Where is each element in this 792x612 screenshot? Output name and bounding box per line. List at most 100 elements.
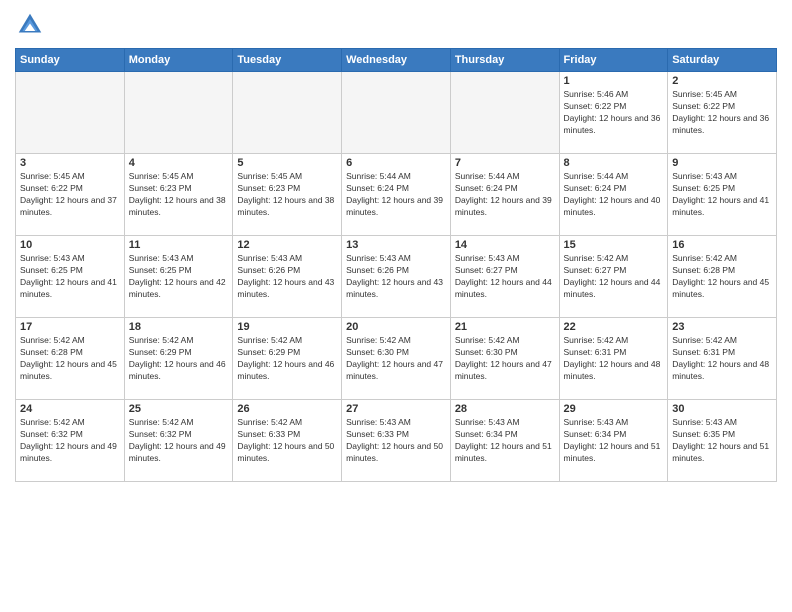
- day-info: Sunrise: 5:44 AMSunset: 6:24 PMDaylight:…: [455, 171, 555, 219]
- day-number: 30: [672, 403, 772, 415]
- day-cell: 7 Sunrise: 5:44 AMSunset: 6:24 PMDaylight…: [450, 154, 559, 236]
- day-cell: [450, 72, 559, 154]
- day-info: Sunrise: 5:42 AMSunset: 6:27 PMDaylight:…: [564, 253, 664, 301]
- day-number: 26: [237, 403, 337, 415]
- day-number: 25: [129, 403, 229, 415]
- day-cell: [16, 72, 125, 154]
- day-number: 12: [237, 239, 337, 251]
- day-number: 14: [455, 239, 555, 251]
- day-number: 16: [672, 239, 772, 251]
- logo: [15, 10, 49, 40]
- day-number: 20: [346, 321, 446, 333]
- day-cell: 13 Sunrise: 5:43 AMSunset: 6:26 PMDayligh…: [342, 236, 451, 318]
- week-row-2: 3 Sunrise: 5:45 AMSunset: 6:22 PMDaylight…: [16, 154, 777, 236]
- day-number: 2: [672, 75, 772, 87]
- day-cell: 12 Sunrise: 5:43 AMSunset: 6:26 PMDayligh…: [233, 236, 342, 318]
- weekday-header-wednesday: Wednesday: [342, 49, 451, 72]
- calendar-table: SundayMondayTuesdayWednesdayThursdayFrid…: [15, 48, 777, 482]
- day-number: 13: [346, 239, 446, 251]
- day-cell: [233, 72, 342, 154]
- day-cell: 14 Sunrise: 5:43 AMSunset: 6:27 PMDayligh…: [450, 236, 559, 318]
- day-cell: 19 Sunrise: 5:42 AMSunset: 6:29 PMDayligh…: [233, 318, 342, 400]
- day-info: Sunrise: 5:42 AMSunset: 6:30 PMDaylight:…: [455, 335, 555, 383]
- day-cell: 28 Sunrise: 5:43 AMSunset: 6:34 PMDayligh…: [450, 400, 559, 482]
- day-info: Sunrise: 5:43 AMSunset: 6:27 PMDaylight:…: [455, 253, 555, 301]
- day-number: 27: [346, 403, 446, 415]
- calendar-body: 1 Sunrise: 5:46 AMSunset: 6:22 PMDaylight…: [16, 72, 777, 482]
- day-info: Sunrise: 5:45 AMSunset: 6:22 PMDaylight:…: [20, 171, 120, 219]
- day-cell: 17Sunrise: 5:42 AMSunset: 6:28 PMDayligh…: [16, 318, 125, 400]
- day-cell: 30 Sunrise: 5:43 AMSunset: 6:35 PMDayligh…: [668, 400, 777, 482]
- day-info: Sunrise: 5:43 AMSunset: 6:25 PMDaylight:…: [129, 253, 229, 301]
- day-info: Sunrise: 5:43 AMSunset: 6:34 PMDaylight:…: [564, 417, 664, 465]
- weekday-header-friday: Friday: [559, 49, 668, 72]
- day-cell: 24Sunrise: 5:42 AMSunset: 6:32 PMDayligh…: [16, 400, 125, 482]
- day-cell: 8 Sunrise: 5:44 AMSunset: 6:24 PMDaylight…: [559, 154, 668, 236]
- day-cell: 22 Sunrise: 5:42 AMSunset: 6:31 PMDayligh…: [559, 318, 668, 400]
- day-info: Sunrise: 5:42 AMSunset: 6:30 PMDaylight:…: [346, 335, 446, 383]
- calendar-header: SundayMondayTuesdayWednesdayThursdayFrid…: [16, 49, 777, 72]
- day-info: Sunrise: 5:43 AMSunset: 6:33 PMDaylight:…: [346, 417, 446, 465]
- day-number: 15: [564, 239, 664, 251]
- week-row-5: 24Sunrise: 5:42 AMSunset: 6:32 PMDayligh…: [16, 400, 777, 482]
- day-info: Sunrise: 5:42 AMSunset: 6:31 PMDaylight:…: [564, 335, 664, 383]
- day-number: 21: [455, 321, 555, 333]
- day-number: 22: [564, 321, 664, 333]
- day-cell: 23 Sunrise: 5:42 AMSunset: 6:31 PMDayligh…: [668, 318, 777, 400]
- header: [15, 10, 777, 40]
- day-number: 7: [455, 157, 555, 169]
- day-cell: 27 Sunrise: 5:43 AMSunset: 6:33 PMDayligh…: [342, 400, 451, 482]
- day-cell: 10 Sunrise: 5:43 AMSunset: 6:25 PMDayligh…: [16, 236, 125, 318]
- day-number: 11: [129, 239, 229, 251]
- day-info: Sunrise: 5:45 AMSunset: 6:23 PMDaylight:…: [129, 171, 229, 219]
- logo-icon: [15, 10, 45, 40]
- week-row-3: 10 Sunrise: 5:43 AMSunset: 6:25 PMDayligh…: [16, 236, 777, 318]
- day-cell: 26Sunrise: 5:42 AMSunset: 6:33 PMDayligh…: [233, 400, 342, 482]
- day-info: Sunrise: 5:45 AMSunset: 6:22 PMDaylight:…: [672, 89, 772, 137]
- day-info: Sunrise: 5:44 AMSunset: 6:24 PMDaylight:…: [564, 171, 664, 219]
- day-cell: 25 Sunrise: 5:42 AMSunset: 6:32 PMDayligh…: [124, 400, 233, 482]
- day-number: 6: [346, 157, 446, 169]
- week-row-1: 1 Sunrise: 5:46 AMSunset: 6:22 PMDaylight…: [16, 72, 777, 154]
- day-cell: 16Sunrise: 5:42 AMSunset: 6:28 PMDayligh…: [668, 236, 777, 318]
- day-number: 1: [564, 75, 664, 87]
- day-number: 23: [672, 321, 772, 333]
- day-cell: 29 Sunrise: 5:43 AMSunset: 6:34 PMDayligh…: [559, 400, 668, 482]
- day-cell: 9Sunrise: 5:43 AMSunset: 6:25 PMDaylight…: [668, 154, 777, 236]
- day-cell: 21 Sunrise: 5:42 AMSunset: 6:30 PMDayligh…: [450, 318, 559, 400]
- day-info: Sunrise: 5:46 AMSunset: 6:22 PMDaylight:…: [564, 89, 664, 137]
- weekday-header-row: SundayMondayTuesdayWednesdayThursdayFrid…: [16, 49, 777, 72]
- weekday-header-thursday: Thursday: [450, 49, 559, 72]
- day-info: Sunrise: 5:43 AMSunset: 6:26 PMDaylight:…: [237, 253, 337, 301]
- day-cell: 5Sunrise: 5:45 AMSunset: 6:23 PMDaylight…: [233, 154, 342, 236]
- day-cell: 2 Sunrise: 5:45 AMSunset: 6:22 PMDaylight…: [668, 72, 777, 154]
- weekday-header-saturday: Saturday: [668, 49, 777, 72]
- day-cell: 6 Sunrise: 5:44 AMSunset: 6:24 PMDaylight…: [342, 154, 451, 236]
- day-number: 8: [564, 157, 664, 169]
- day-info: Sunrise: 5:44 AMSunset: 6:24 PMDaylight:…: [346, 171, 446, 219]
- day-info: Sunrise: 5:42 AMSunset: 6:29 PMDaylight:…: [237, 335, 337, 383]
- day-cell: 4 Sunrise: 5:45 AMSunset: 6:23 PMDaylight…: [124, 154, 233, 236]
- day-number: 29: [564, 403, 664, 415]
- day-number: 4: [129, 157, 229, 169]
- day-info: Sunrise: 5:43 AMSunset: 6:35 PMDaylight:…: [672, 417, 772, 465]
- day-info: Sunrise: 5:43 AMSunset: 6:26 PMDaylight:…: [346, 253, 446, 301]
- day-number: 19: [237, 321, 337, 333]
- day-cell: 11 Sunrise: 5:43 AMSunset: 6:25 PMDayligh…: [124, 236, 233, 318]
- page: SundayMondayTuesdayWednesdayThursdayFrid…: [0, 0, 792, 612]
- day-cell: 1 Sunrise: 5:46 AMSunset: 6:22 PMDaylight…: [559, 72, 668, 154]
- day-number: 18: [129, 321, 229, 333]
- day-info: Sunrise: 5:43 AMSunset: 6:34 PMDaylight:…: [455, 417, 555, 465]
- day-number: 10: [20, 239, 120, 251]
- weekday-header-sunday: Sunday: [16, 49, 125, 72]
- day-number: 28: [455, 403, 555, 415]
- day-cell: 15 Sunrise: 5:42 AMSunset: 6:27 PMDayligh…: [559, 236, 668, 318]
- day-cell: [124, 72, 233, 154]
- day-cell: 18 Sunrise: 5:42 AMSunset: 6:29 PMDayligh…: [124, 318, 233, 400]
- day-number: 3: [20, 157, 120, 169]
- day-info: Sunrise: 5:42 AMSunset: 6:31 PMDaylight:…: [672, 335, 772, 383]
- day-info: Sunrise: 5:43 AMSunset: 6:25 PMDaylight:…: [672, 171, 772, 219]
- day-info: Sunrise: 5:42 AMSunset: 6:32 PMDaylight:…: [129, 417, 229, 465]
- day-info: Sunrise: 5:42 AMSunset: 6:29 PMDaylight:…: [129, 335, 229, 383]
- day-info: Sunrise: 5:43 AMSunset: 6:25 PMDaylight:…: [20, 253, 120, 301]
